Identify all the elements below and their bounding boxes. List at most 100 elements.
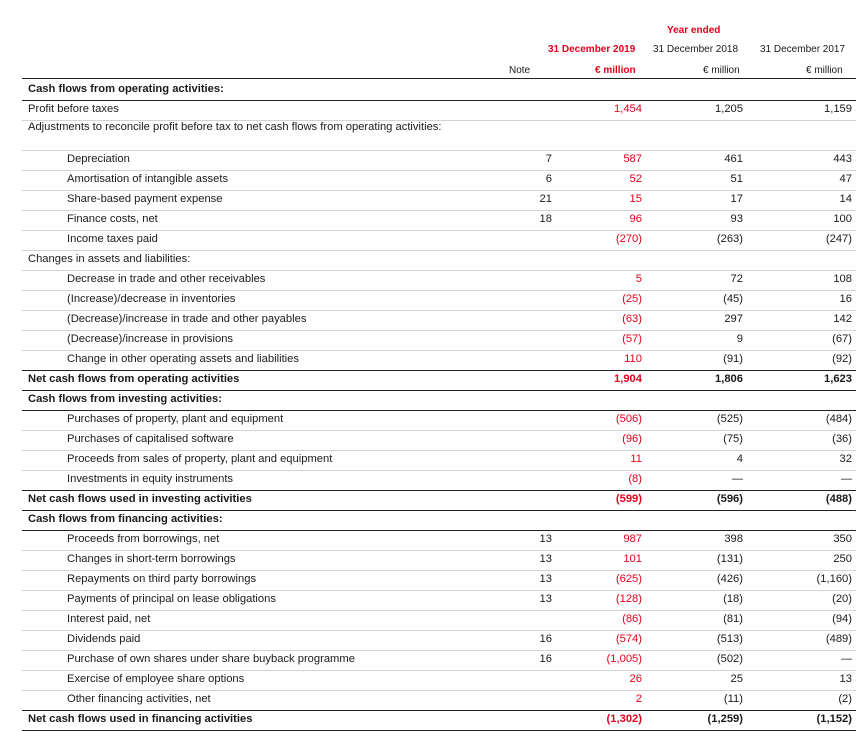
value-2017: (1,152) [816,713,852,725]
table-row: Changes in assets and liabilities: [22,250,856,271]
table-row: Dividends paid 16 (574) (513) (489) [22,630,856,651]
row-note: 16 [539,633,552,645]
row-label: Exercise of employee share options [67,673,245,685]
row-label: Proceeds from borrowings, net [67,533,220,545]
value-2017: 14 [839,193,852,205]
value-2018: (525) [716,413,743,425]
table-row: Purchase of own shares under share buyba… [22,650,856,671]
value-2017: (2) [838,693,852,705]
row-label: Cash flows from investing activities: [28,393,222,405]
value-2017: 250 [833,553,852,565]
value-2019: (625) [615,573,642,585]
value-2017: 16 [839,293,852,305]
row-label: Payments of principal on lease obligatio… [67,593,276,605]
table-row: (Decrease)/increase in trade and other p… [22,310,856,331]
col-2017-date: 31 December 2017 [760,44,846,55]
value-2019: 1,904 [614,373,642,385]
row-note: 13 [539,593,552,605]
row-label: Income taxes paid [67,233,158,245]
value-2019: (96) [622,433,642,445]
value-2017: — [840,653,852,665]
row-label: Interest paid, net [67,613,151,625]
row-label: (Decrease)/increase in provisions [67,333,234,345]
row-label: Repayments on third party borrowings [67,573,257,585]
value-2017: — [840,473,852,485]
value-2017: (92) [832,353,852,365]
value-2017: (94) [832,613,852,625]
value-2019: (599) [615,493,642,505]
row-label: Changes in short-term borrowings [67,553,236,565]
row-note: 7 [545,153,552,165]
value-2018: (11) [723,693,743,705]
row-note: 6 [545,173,552,185]
value-2017: 1,623 [824,373,852,385]
row-label: Finance costs, net [67,213,158,225]
value-2019: (270) [615,233,642,245]
value-2017: (484) [825,413,852,425]
total-row: Net cash flows used in financing activit… [22,710,856,731]
value-2018: (45) [723,293,743,305]
row-label: Other financing activities, net [67,693,211,705]
value-2017: (67) [832,333,852,345]
row-note: 13 [539,533,552,545]
value-2019: (128) [615,593,642,605]
value-2018: (513) [716,633,743,645]
row-label: Adjustments to reconcile profit before t… [28,121,442,133]
table-row: Proceeds from sales of property, plant a… [22,450,856,471]
value-2018: 461 [724,153,743,165]
table-row: Other financing activities, net 2 (11) (2) [22,690,856,711]
value-2019: 15 [629,193,642,205]
value-2018: 1,205 [715,103,743,115]
value-2019: 587 [623,153,642,165]
value-2018: 9 [736,333,743,345]
table-row: Decrease in trade and other receivables 5… [22,270,856,291]
value-2019: 987 [623,533,642,545]
section-heading-row: Cash flows from operating activities: [22,80,856,101]
value-2019: 110 [624,353,642,365]
value-2018: 25 [730,673,743,685]
row-note: 13 [539,573,552,585]
year-ended-heading: Year ended [667,25,721,36]
row-label: Net cash flows used in financing activit… [28,713,253,725]
value-2018: 4 [736,453,743,465]
value-2018: (131) [716,553,743,565]
col-2018-date: 31 December 2018 [653,44,739,55]
row-label: Changes in assets and liabilities: [28,253,191,265]
value-2019: 96 [629,213,642,225]
value-2018: (426) [716,573,743,585]
value-2019: 52 [629,173,642,185]
value-2018: 1,806 [715,373,743,385]
value-2018: (75) [723,433,743,445]
table-row: Change in other operating assets and lia… [22,350,856,371]
note-heading: Note [509,65,531,76]
value-2017: (36) [832,433,852,445]
row-label: Investments in equity instruments [67,473,234,485]
value-2018: 93 [730,213,743,225]
value-2018: (596) [716,493,743,505]
value-2017: 108 [833,273,852,285]
header-rule [22,78,856,79]
value-2019: (57) [622,333,642,345]
value-2019: (574) [615,633,642,645]
value-2018: (18) [723,593,743,605]
row-note: 18 [539,213,552,225]
value-2017: 443 [833,153,852,165]
value-2017: (1,160) [816,573,852,585]
table-row: Changes in short-term borrowings 13 101 (13… [22,550,856,571]
value-2017: (489) [825,633,852,645]
col-2019-date: 31 December 2019 [548,44,636,55]
row-label: Purchase of own shares under share buyba… [67,653,355,665]
value-2017: 13 [839,673,852,685]
table-row: Investments in equity instruments (8) — — [22,470,856,491]
total-row: Net cash flows used in investing activit… [22,490,856,511]
table-row: Repayments on third party borrowings 13 (6… [22,570,856,591]
value-2018: 297 [724,313,743,325]
row-note: 16 [539,653,552,665]
value-2017: 1,159 [824,103,852,115]
value-2017: 47 [839,173,852,185]
value-2019: (506) [615,413,642,425]
row-label: (Decrease)/increase in trade and other p… [67,313,307,325]
value-2018: 17 [730,193,743,205]
table-row: Amortisation of intangible assets 6 52 51 47 [22,170,856,191]
value-2019: 101 [623,553,642,565]
